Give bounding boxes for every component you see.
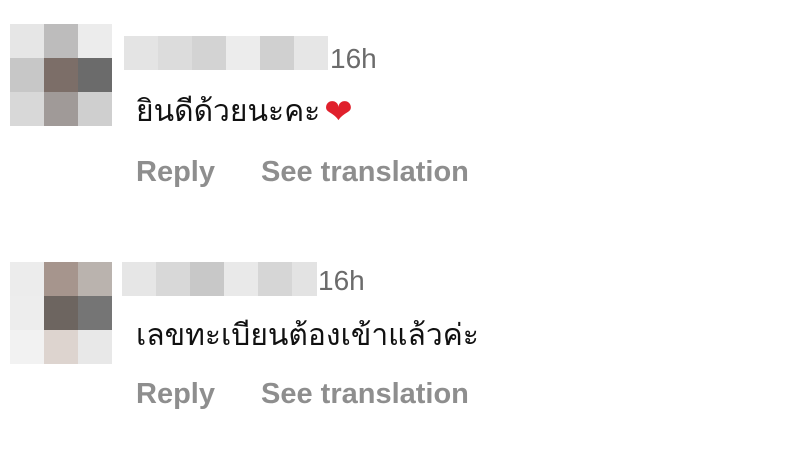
comment-item: 16h ยินดีด้วยนะคะ ❤ Reply See translation [0, 0, 800, 200]
comment-text-body: ยินดีด้วยนะคะ [136, 94, 321, 129]
comment-text: เลขทะเบียนต้องเข้าแล้วค่ะ [136, 318, 479, 353]
avatar[interactable] [10, 24, 112, 126]
username-blurred[interactable] [122, 262, 317, 296]
see-translation-button[interactable]: See translation [261, 154, 469, 190]
comment-timestamp: 16h [318, 265, 365, 296]
username-blurred[interactable] [124, 36, 328, 70]
reply-button[interactable]: Reply [136, 154, 215, 190]
comment-item: 16h เลขทะเบียนต้องเข้าแล้วค่ะ Reply See … [0, 220, 800, 440]
avatar[interactable] [10, 262, 112, 364]
heart-emoji-icon: ❤ [324, 92, 353, 132]
see-translation-button[interactable]: See translation [261, 376, 469, 412]
comment-text: ยินดีด้วยนะคะ ❤ [136, 90, 353, 134]
reply-button[interactable]: Reply [136, 376, 215, 412]
comment-timestamp: 16h [330, 43, 377, 74]
